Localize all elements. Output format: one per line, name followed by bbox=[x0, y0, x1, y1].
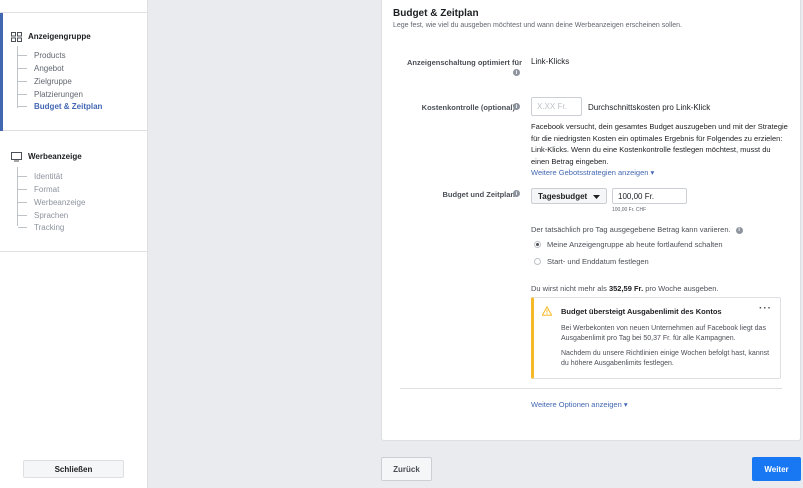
next-button[interactable]: Weiter bbox=[752, 457, 801, 481]
variance-note-text: Der tatsächlich pro Tag ausgegebene Betr… bbox=[531, 225, 731, 234]
cost-control-label: Kostenkontrolle (optional) bbox=[421, 103, 515, 112]
sidebar: Anzeigengruppe Products Angebot Zielgrup… bbox=[0, 0, 148, 488]
budget-schedule-card: Budget & Zeitplan Lege fest, wie viel du… bbox=[381, 0, 801, 441]
back-button[interactable]: Zurück bbox=[381, 457, 432, 481]
warning-text-2: Nachdem du unsere Richtlinien einige Woc… bbox=[561, 350, 770, 367]
active-indicator bbox=[0, 13, 3, 131]
sidebar-item-tracking[interactable]: Tracking bbox=[18, 221, 64, 233]
radio-start-end[interactable]: Start- und Enddatum festlegen bbox=[534, 257, 649, 266]
radio-continuous[interactable]: Meine Anzeigengruppe ab heute fortlaufen… bbox=[534, 240, 723, 249]
info-icon[interactable]: i bbox=[513, 190, 520, 197]
section-title: Budget & Zeitplan bbox=[393, 8, 479, 19]
budget-label: Budget und Zeitplan bbox=[442, 190, 516, 199]
grid-icon bbox=[10, 31, 22, 42]
sidebar-ad-header[interactable]: Werbeanzeige bbox=[10, 151, 82, 162]
more-options-icon[interactable]: ··· bbox=[759, 303, 772, 314]
variance-note: Der tatsächlich pro Tag ausgegebene Betr… bbox=[531, 225, 743, 234]
warning-icon bbox=[541, 305, 553, 316]
spend-limit-warning: Budget übersteigt Ausgabenlimit des Kont… bbox=[531, 297, 781, 379]
sidebar-section-adset: Anzeigengruppe Products Angebot Zielgrup… bbox=[0, 12, 148, 131]
cost-control-description: Facebook versucht, dein gesamtes Budget … bbox=[531, 122, 788, 166]
sidebar-adset-title: Anzeigengruppe bbox=[28, 32, 91, 41]
weekly-spend-suffix: pro Woche ausgeben. bbox=[645, 284, 719, 293]
sidebar-item-budget-zeitplan[interactable]: Budget & Zeitplan bbox=[18, 100, 102, 112]
sidebar-item-format[interactable]: Format bbox=[18, 183, 59, 195]
caret-down-icon bbox=[593, 192, 600, 201]
sidebar-item-identitaet[interactable]: Identität bbox=[18, 170, 62, 182]
budget-amount-input[interactable] bbox=[612, 188, 687, 204]
radio-button[interactable] bbox=[534, 258, 541, 265]
budget-type-label: Tagesbudget bbox=[538, 191, 588, 201]
sidebar-ad-title: Werbeanzeige bbox=[28, 152, 82, 161]
monitor-icon bbox=[10, 151, 22, 162]
optimization-label: Anzeigenschaltung optimiert für bbox=[406, 58, 522, 67]
cost-control-suffix: Durchschnittskosten pro Link-Klick bbox=[588, 103, 711, 112]
optimization-value: Link-Klicks bbox=[531, 57, 570, 66]
sidebar-section-ad: Werbeanzeige Identität Format Werbeanzei… bbox=[0, 131, 148, 252]
sidebar-ad-tree: Identität Format Werbeanzeige Sprachen T… bbox=[17, 167, 85, 232]
divider bbox=[400, 388, 782, 389]
weekly-spend-prefix: Du wirst nicht mehr als bbox=[531, 284, 607, 293]
budget-amount-hint: 100,00 Fr. CHF bbox=[612, 207, 647, 213]
sidebar-adset-tree: Products Angebot Zielgruppe Platzierunge… bbox=[17, 46, 102, 111]
radio-button[interactable] bbox=[534, 241, 541, 248]
sidebar-item-zielgruppe[interactable]: Zielgruppe bbox=[18, 75, 72, 87]
radio-start-end-label: Start- und Enddatum festlegen bbox=[547, 257, 649, 266]
more-bid-strategies-link[interactable]: Weitere Gebotsstrategien anzeigen ▾ bbox=[531, 168, 654, 177]
more-options-link[interactable]: Weitere Optionen anzeigen ▾ bbox=[531, 400, 628, 409]
info-icon[interactable]: i bbox=[735, 226, 743, 234]
warning-text-1: Bei Werbekonten von neuen Unternehmen au… bbox=[561, 325, 766, 342]
weekly-spend-note: Du wirst nicht mehr als 352,59 Fr. pro W… bbox=[531, 284, 719, 293]
sidebar-item-products[interactable]: Products bbox=[18, 49, 66, 61]
warning-title: Budget übersteigt Ausgabenlimit des Kont… bbox=[561, 307, 722, 316]
sidebar-adset-header[interactable]: Anzeigengruppe bbox=[10, 31, 91, 42]
sidebar-item-angebot[interactable]: Angebot bbox=[18, 62, 64, 74]
cost-control-input[interactable] bbox=[531, 97, 582, 116]
radio-continuous-label: Meine Anzeigengruppe ab heute fortlaufen… bbox=[547, 240, 723, 249]
sidebar-item-platzierungen[interactable]: Platzierungen bbox=[18, 88, 83, 100]
section-subtitle: Lege fest, wie viel du ausgeben möchtest… bbox=[393, 22, 683, 29]
sidebar-item-sprachen[interactable]: Sprachen bbox=[18, 209, 68, 221]
weekly-spend-amount: 352,59 Fr. bbox=[608, 284, 644, 293]
info-icon[interactable]: i bbox=[513, 69, 520, 76]
budget-type-dropdown[interactable]: Tagesbudget bbox=[531, 188, 607, 204]
sidebar-item-werbeanzeige[interactable]: Werbeanzeige bbox=[18, 196, 85, 208]
info-icon[interactable]: i bbox=[513, 103, 520, 110]
close-button[interactable]: Schließen bbox=[23, 460, 124, 478]
